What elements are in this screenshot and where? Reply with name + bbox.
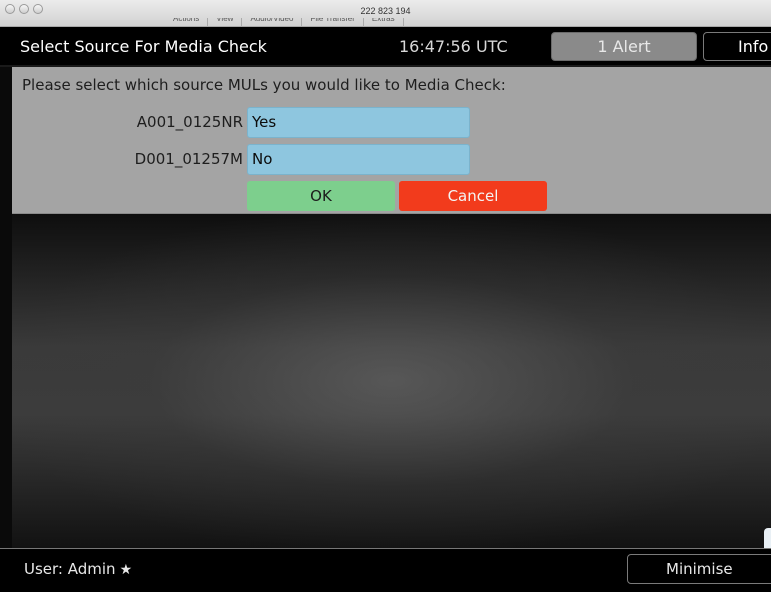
ok-button[interactable]: OK — [247, 181, 395, 211]
toolbar-file-transfer[interactable]: File Transfer — [302, 18, 364, 27]
source-select-d001[interactable]: No — [247, 144, 470, 175]
star-icon: ★ — [119, 562, 133, 578]
dialog-prompt: Please select which source MULs you woul… — [22, 76, 506, 94]
toolbar-actions[interactable]: Actions — [165, 18, 209, 27]
user-label: User: Admin — [24, 560, 116, 578]
footer-bar: User: Admin ★ Minimise — [0, 548, 771, 592]
info-button[interactable]: Info — [703, 32, 771, 61]
toolbar-view[interactable]: View — [208, 18, 243, 27]
app-window: 222 823 194 Actions View Audio/Video Fil… — [0, 0, 771, 592]
alert-button[interactable]: 1 Alert — [551, 32, 697, 61]
cancel-button[interactable]: Cancel — [399, 181, 547, 211]
source-label-a001: A001_0125NR — [136, 113, 243, 131]
toolbar-strip: Actions View Audio/Video File Transfer E… — [165, 18, 625, 27]
source-label-d001: D001_01257M — [134, 150, 243, 168]
user-status: User: Admin ★ — [24, 560, 132, 578]
media-check-dialog: Please select which source MULs you woul… — [12, 67, 771, 214]
left-edge — [0, 67, 12, 548]
app-header: Select Source For Media Check 16:47:56 U… — [0, 27, 771, 65]
source-select-a001[interactable]: Yes — [247, 107, 470, 138]
window-titlebar: 222 823 194 Actions View Audio/Video Fil… — [0, 0, 771, 27]
minimise-button[interactable]: Minimise — [627, 554, 771, 584]
page-title: Select Source For Media Check — [20, 37, 267, 56]
clock-display: 16:47:56 UTC — [399, 37, 508, 56]
toolbar-audio-video[interactable]: Audio/Video — [242, 18, 303, 27]
toolbar-extras[interactable]: Extras — [364, 18, 404, 27]
window-title: 222 823 194 — [360, 6, 411, 16]
background-texture — [12, 214, 771, 548]
